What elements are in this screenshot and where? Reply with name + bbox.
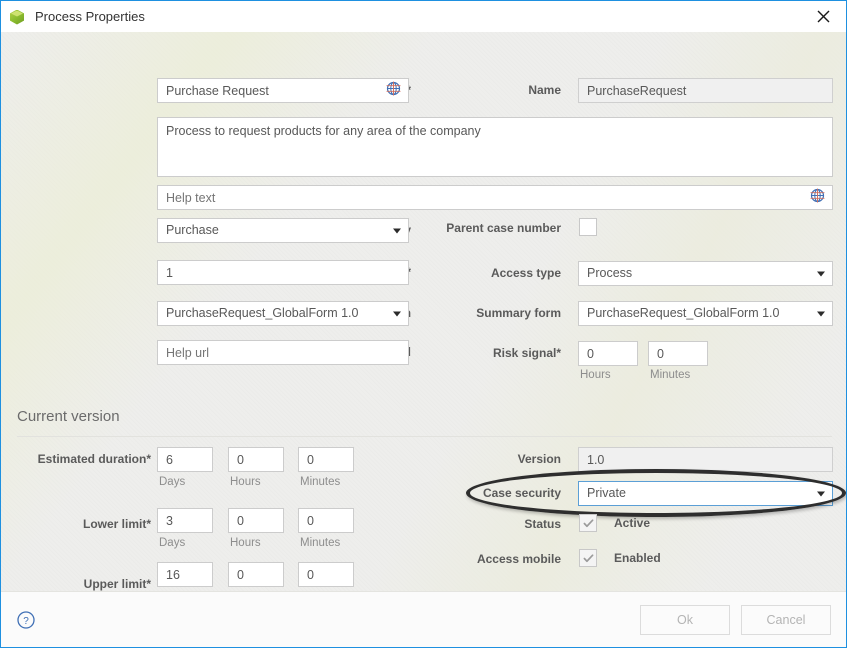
risk-signal-label: Risk signal* <box>492 346 561 360</box>
description-textarea[interactable] <box>157 117 833 177</box>
upper-limit-minutes-input[interactable] <box>298 562 354 587</box>
ok-button[interactable]: Ok <box>640 604 730 635</box>
hexagon-cube-icon <box>10 9 26 25</box>
global-form-value: PurchaseRequest_GlobalForm 1.0 <box>166 306 359 320</box>
estimated-duration-row: Estimated duration* <box>1 452 151 466</box>
estimated-duration-hours-caption: Hours <box>230 476 261 488</box>
name-label: Name <box>528 83 561 97</box>
help-url-input[interactable] <box>157 340 409 365</box>
dialog-body: Display name* Name <box>1 32 846 591</box>
chevron-down-icon <box>817 271 825 276</box>
process-properties-dialog: Process Properties Display name* <box>0 0 847 648</box>
estimated-duration-days-input[interactable] <box>157 447 213 472</box>
parent-case-number-label: Parent case number <box>446 221 561 235</box>
access-mobile-checkbox[interactable] <box>579 549 597 567</box>
name-input[interactable] <box>578 78 833 103</box>
estimated-duration-minutes-input[interactable] <box>298 447 354 472</box>
footer-actions: Ok Cancel <box>640 604 831 635</box>
lower-limit-days-input[interactable] <box>157 508 213 533</box>
status-option-label: Active <box>614 516 651 530</box>
upper-limit-label: Upper limit* <box>83 577 151 591</box>
estimated-duration-days-caption: Days <box>159 476 186 488</box>
upper-limit-days-input[interactable] <box>157 562 213 587</box>
case-security-label: Case security <box>482 486 561 500</box>
version-input[interactable] <box>578 447 833 472</box>
estimated-duration-hours-input[interactable] <box>228 447 284 472</box>
access-type-value: Process <box>587 266 633 280</box>
lower-limit-label: Lower limit* <box>82 517 151 531</box>
chevron-down-icon <box>817 491 825 496</box>
risk-signal-hours-caption: Hours <box>580 369 611 381</box>
title-bar: Process Properties <box>1 1 846 32</box>
help-text-field-wrap <box>157 185 833 210</box>
access-mobile-row: Access mobile <box>381 552 561 566</box>
access-mobile-option-label: Enabled <box>614 551 661 565</box>
section-divider <box>17 436 832 437</box>
lower-limit-minutes-caption: Minutes <box>300 537 341 549</box>
help-text-input[interactable] <box>157 185 833 210</box>
access-mobile-label: Access mobile <box>476 552 561 566</box>
lower-limit-days-caption: Days <box>159 537 186 549</box>
lower-limit-minutes-input[interactable] <box>298 508 354 533</box>
form-content: Display name* Name <box>1 32 846 591</box>
display-name-input[interactable] <box>157 78 409 103</box>
display-name-field-wrap <box>157 78 409 103</box>
case-security-select[interactable]: Private <box>578 481 833 506</box>
globe-icon[interactable] <box>810 188 825 208</box>
name-row: Name <box>381 83 561 97</box>
parent-case-number-checkbox[interactable] <box>579 218 597 236</box>
lower-limit-row: Lower limit* <box>1 517 151 531</box>
global-form-select[interactable]: PurchaseRequest_GlobalForm 1.0 <box>157 301 409 326</box>
access-type-label: Access type <box>490 266 561 280</box>
access-type-select[interactable]: Process <box>578 261 833 286</box>
estimated-duration-label: Estimated duration* <box>37 452 151 466</box>
summary-form-value: PurchaseRequest_GlobalForm 1.0 <box>587 306 780 320</box>
dialog-footer: ? Ok Cancel <box>1 591 846 647</box>
help-circle-icon[interactable]: ? <box>16 610 36 630</box>
close-icon[interactable] <box>801 1 846 32</box>
chevron-down-icon <box>817 311 825 316</box>
lower-limit-hours-input[interactable] <box>228 508 284 533</box>
status-row: Status <box>381 517 561 531</box>
case-security-row: Case security <box>381 486 561 500</box>
access-type-row: Access type <box>381 266 561 280</box>
order-input[interactable] <box>157 260 409 285</box>
version-row: Version <box>381 452 561 466</box>
risk-signal-minutes-input[interactable] <box>648 341 708 366</box>
case-security-value: Private <box>587 486 626 500</box>
risk-signal-row: Risk signal* <box>381 346 561 360</box>
risk-signal-hours-input[interactable] <box>578 341 638 366</box>
status-label: Status <box>524 517 561 531</box>
version-label: Version <box>517 452 561 466</box>
risk-signal-minutes-caption: Minutes <box>650 369 691 381</box>
parent-case-number-row: Parent case number <box>381 221 561 235</box>
current-version-section-title: Current version <box>17 408 120 425</box>
upper-limit-hours-input[interactable] <box>228 562 284 587</box>
summary-form-select[interactable]: PurchaseRequest_GlobalForm 1.0 <box>578 301 833 326</box>
category-value: Purchase <box>166 223 219 237</box>
lower-limit-hours-caption: Hours <box>230 537 261 549</box>
svg-text:?: ? <box>23 616 29 627</box>
estimated-duration-minutes-caption: Minutes <box>300 476 341 488</box>
status-checkbox[interactable] <box>579 514 597 532</box>
upper-limit-row: Upper limit* <box>1 577 151 591</box>
summary-form-row: Summary form <box>381 306 561 320</box>
cancel-button[interactable]: Cancel <box>741 604 831 635</box>
summary-form-label: Summary form <box>476 306 561 320</box>
category-select[interactable]: Purchase <box>157 218 409 243</box>
window-title: Process Properties <box>35 9 145 24</box>
